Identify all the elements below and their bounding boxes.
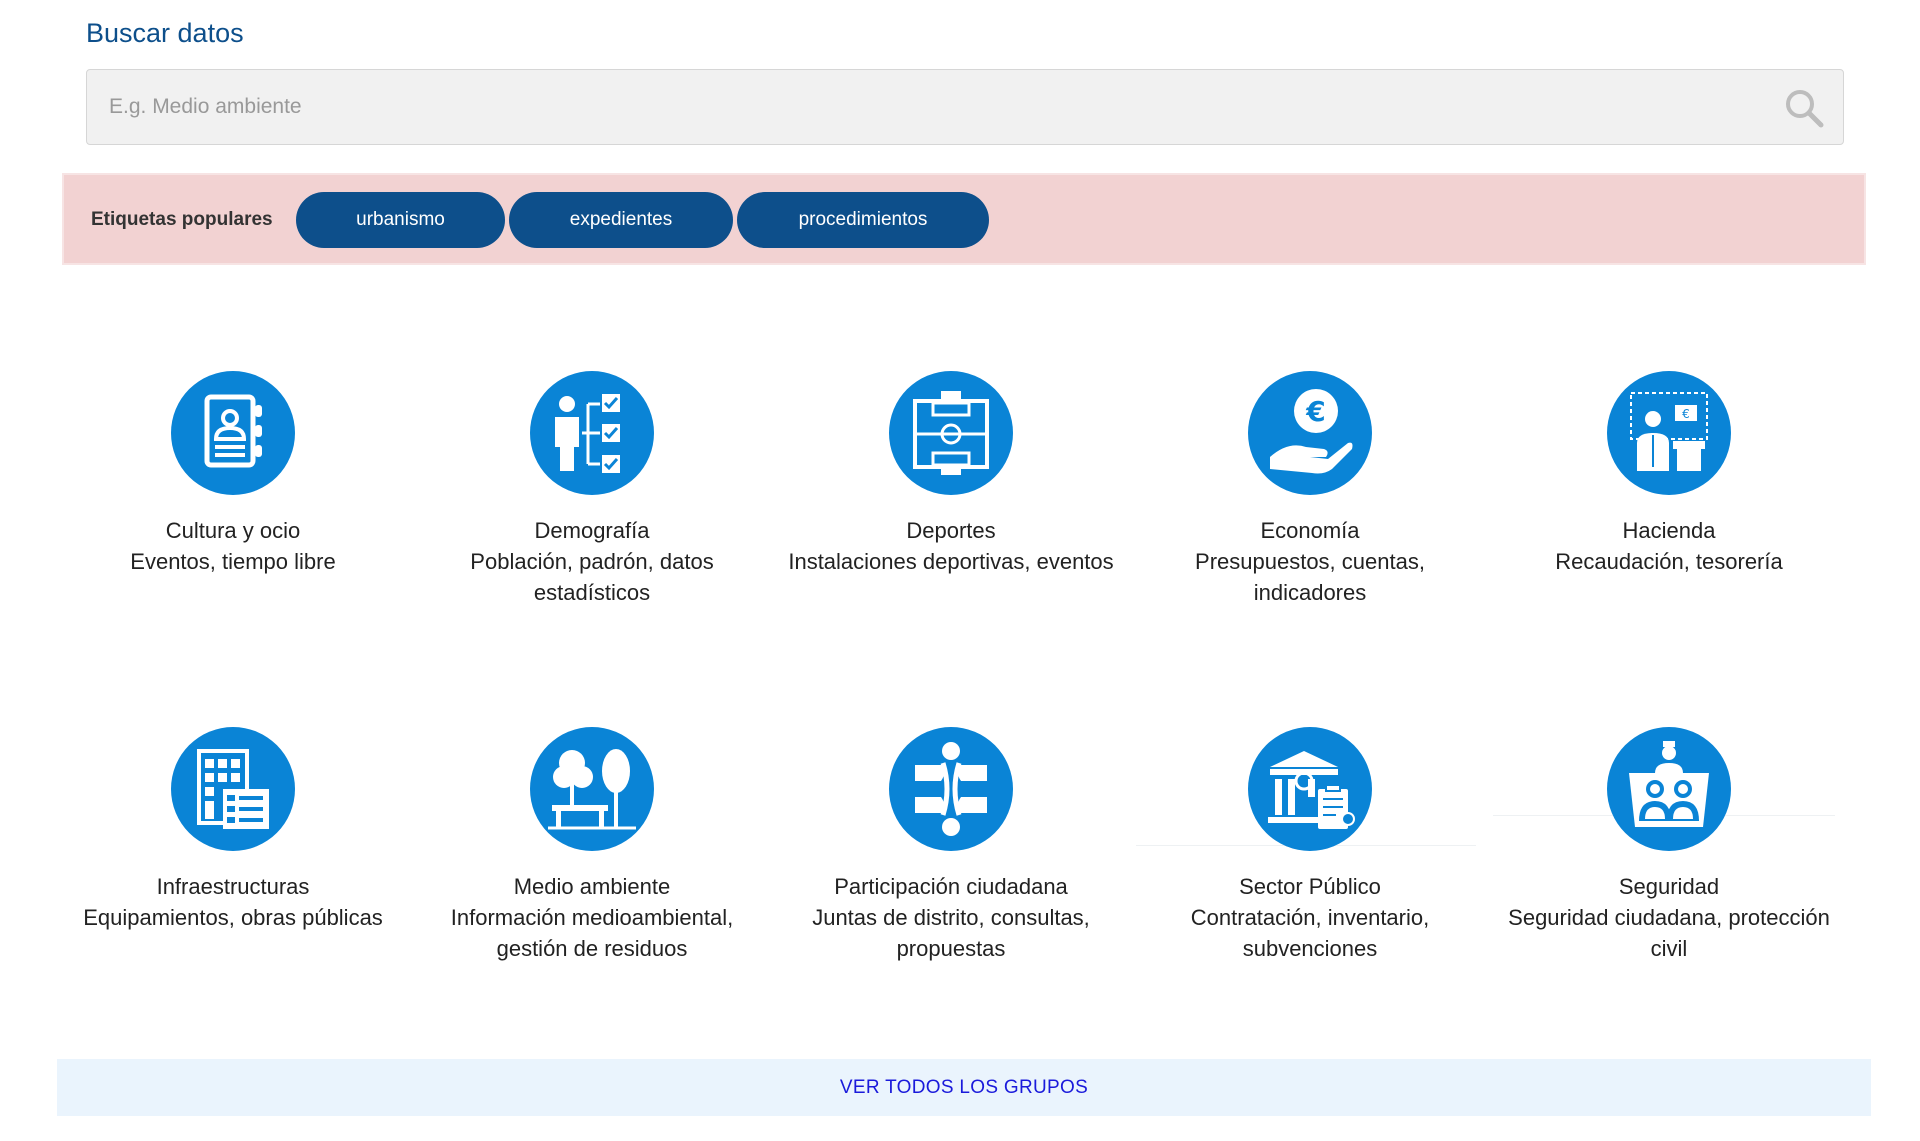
government-building-icon[interactable] bbox=[1248, 727, 1372, 851]
category-title: Infraestructuras bbox=[156, 874, 310, 899]
category-title: Medio ambiente bbox=[513, 874, 671, 899]
category-infraestructuras[interactable]: Infraestructuras Equipamientos, obras pú… bbox=[63, 727, 403, 933]
category-title: Seguridad bbox=[1618, 874, 1720, 899]
category-cultura-y-ocio[interactable]: Cultura y ocio Eventos, tiempo libre bbox=[63, 371, 403, 577]
category-hacienda[interactable]: € Hacienda Recaudación, tesorería bbox=[1499, 371, 1839, 577]
category-title: Demografía bbox=[534, 518, 650, 543]
category-sector-publico[interactable]: Sector Público Contratación, inventario,… bbox=[1140, 727, 1480, 964]
category-title: Hacienda bbox=[1622, 518, 1716, 543]
all-groups-bar: VER TODOS LOS GRUPOS bbox=[57, 1059, 1871, 1116]
tag-expedientes[interactable]: expedientes bbox=[509, 192, 733, 248]
search-box bbox=[86, 69, 1844, 145]
category-description: Seguridad ciudadana, protección civil bbox=[1508, 905, 1830, 961]
category-description: Presupuestos, cuentas, indicadores bbox=[1195, 549, 1425, 605]
category-description: Población, padrón, datos estadísticos bbox=[470, 549, 714, 605]
buildings-icon[interactable] bbox=[171, 727, 295, 851]
category-description: Eventos, tiempo libre bbox=[130, 549, 336, 574]
presenter-euro-icon[interactable]: € bbox=[1607, 371, 1731, 495]
category-title: Sector Público bbox=[1239, 874, 1381, 899]
address-book-icon[interactable] bbox=[171, 371, 295, 495]
svg-text:€: € bbox=[1682, 407, 1690, 421]
category-description: Recaudación, tesorería bbox=[1555, 549, 1783, 574]
category-description: Instalaciones deportivas, eventos bbox=[788, 549, 1114, 574]
person-checklist-icon[interactable] bbox=[530, 371, 654, 495]
view-all-groups-link[interactable]: VER TODOS LOS GRUPOS bbox=[840, 1077, 1088, 1099]
tag-procedimientos[interactable]: procedimientos bbox=[737, 192, 989, 248]
category-medio-ambiente[interactable]: Medio ambiente Información medioambienta… bbox=[422, 727, 762, 964]
category-description: Equipamientos, obras públicas bbox=[83, 905, 383, 930]
category-participacion-ciudadana[interactable]: Participación ciudadana Juntas de distri… bbox=[781, 727, 1121, 964]
tag-urbanismo[interactable]: urbanismo bbox=[296, 192, 505, 248]
svg-text:€: € bbox=[1305, 395, 1325, 428]
search-input[interactable] bbox=[87, 70, 1767, 144]
category-seguridad[interactable]: Seguridad Seguridad ciudadana, protecció… bbox=[1499, 727, 1839, 964]
football-field-icon[interactable] bbox=[889, 371, 1013, 495]
page: Buscar datos Etiquetas populares urbanis… bbox=[0, 0, 1920, 1141]
category-description: Juntas de distrito, consultas, propuesta… bbox=[812, 905, 1090, 961]
search-icon[interactable] bbox=[1783, 87, 1825, 129]
euro-hand-icon[interactable]: € bbox=[1248, 371, 1372, 495]
search-title: Buscar datos bbox=[86, 18, 244, 48]
category-description: Información medioambiental, gestión de r… bbox=[450, 905, 734, 961]
category-title: Cultura y ocio bbox=[165, 518, 301, 543]
popular-tags-label: Etiquetas populares bbox=[91, 209, 273, 230]
category-title: Deportes bbox=[906, 518, 996, 543]
popular-tags-bar: Etiquetas populares urbanismo expediente… bbox=[62, 173, 1866, 265]
category-demografia[interactable]: Demografía Población, padrón, datos esta… bbox=[422, 371, 762, 608]
trees-bench-icon[interactable] bbox=[530, 727, 654, 851]
category-deportes[interactable]: Deportes Instalaciones deportivas, event… bbox=[781, 371, 1121, 577]
category-title: Economía bbox=[1260, 518, 1360, 543]
people-puzzle-icon[interactable] bbox=[889, 727, 1013, 851]
category-description: Contratación, inventario, subvenciones bbox=[1190, 905, 1430, 961]
category-title: Participación ciudadana bbox=[834, 874, 1068, 899]
category-economia[interactable]: € Economía Presupuestos, cuentas, indica… bbox=[1140, 371, 1480, 608]
security-guard-icon[interactable] bbox=[1607, 727, 1731, 851]
